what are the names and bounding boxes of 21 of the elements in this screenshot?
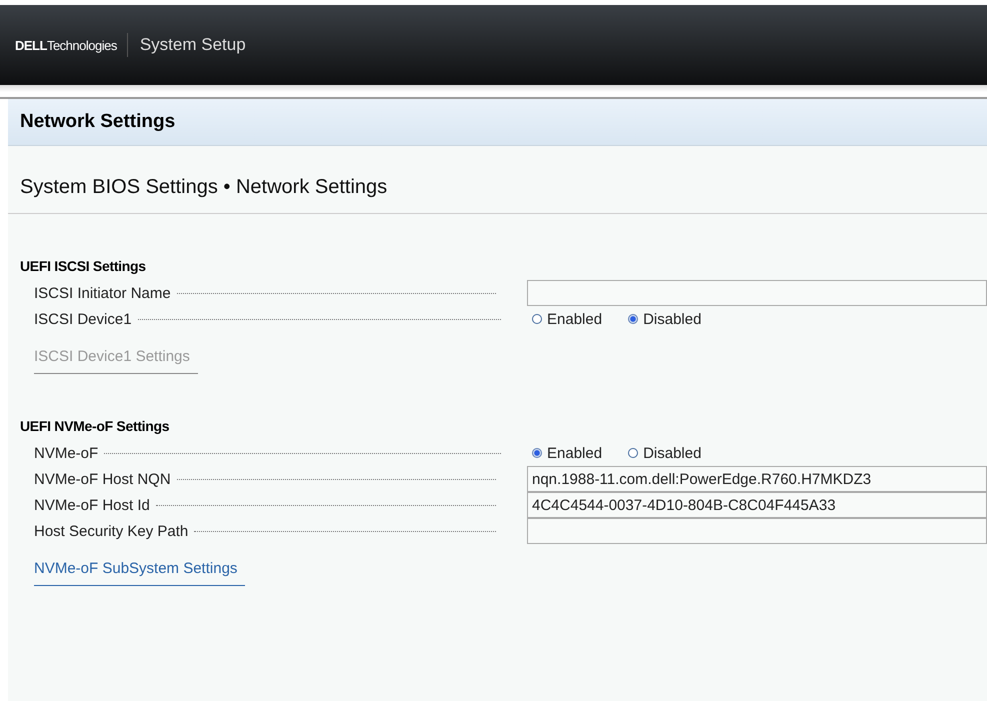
- page-title: Network Settings: [8, 99, 987, 146]
- setting-label: Host Security Key Path: [34, 522, 188, 540]
- setting-label: NVMe-oF Host Id: [34, 496, 150, 514]
- radio-option[interactable]: Disabled: [628, 310, 702, 328]
- logo: DELLTechnologies: [15, 33, 128, 57]
- setting-label: NVMe-oF: [34, 444, 98, 462]
- setting-label: NVMe-oF Host NQN: [34, 470, 171, 488]
- app-title: System Setup: [140, 35, 246, 55]
- text-field[interactable]: [527, 280, 987, 306]
- setting-label: ISCSI Device1: [34, 310, 132, 328]
- setting-label: ISCSI Initiator Name: [34, 284, 171, 302]
- radio-option[interactable]: Enabled: [532, 310, 602, 328]
- text-field[interactable]: 4C4C4544-0037-4D10-804B-C8C04F445A33: [527, 492, 987, 518]
- text-field[interactable]: nqn.1988-11.com.dell:PowerEdge.R760.H7MKDZ3: [527, 466, 987, 492]
- text-field[interactable]: [527, 518, 987, 544]
- radio-option[interactable]: Enabled: [532, 444, 602, 462]
- section-title: UEFI NVMe-oF Settings: [20, 418, 170, 434]
- breadcrumb: System BIOS Settings • Network Settings: [8, 146, 987, 214]
- section-title: UEFI ISCSI Settings: [20, 258, 147, 274]
- radio-option[interactable]: Disabled: [628, 444, 702, 462]
- settings-link[interactable]: NVMe-oF SubSystem Settings: [34, 560, 246, 586]
